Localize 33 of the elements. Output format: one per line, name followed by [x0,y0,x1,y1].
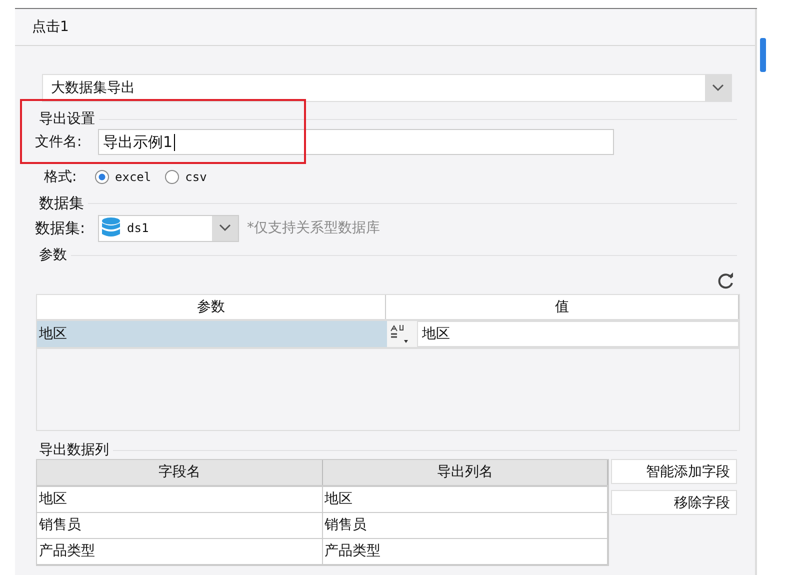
file-name-label: 文件名: [35,133,83,151]
table-cell: 销售员 [322,513,608,538]
column-header: 导出列名 [322,460,608,485]
column-header: 值 [386,295,739,319]
parameter-name-cell[interactable]: 地区 [37,321,387,347]
format-radio[interactable]: excel [95,170,152,184]
column-header: 参数 [37,295,386,319]
file-name-field[interactable]: 导出示例1 [98,129,614,155]
section-heading: 参数 [38,246,68,264]
format-label: 格式: [43,168,78,186]
export-type-dropdown[interactable]: 大数据集导出 [42,74,732,102]
dataset-note: *仅支持关系型数据库 [247,219,380,237]
refresh-icon[interactable] [717,272,735,290]
column-header: 字段名 [37,460,322,485]
scrollbar-thumb[interactable] [760,38,766,72]
parameter-value-field[interactable]: 地区 [417,321,739,347]
format-radio[interactable]: csv [165,170,207,184]
dataset-dropdown[interactable]: ds1 [98,214,239,242]
table-cell: 产品类型 [322,539,608,564]
chevron-down-icon [705,75,731,101]
table-cell: 地区 [322,487,608,512]
chevron-down-icon [212,216,238,240]
action-button[interactable]: 移除字段 [611,490,737,515]
dataset-label: 数据集: [35,218,86,238]
panel-title: 点击1 [32,18,69,36]
table-cell: 产品类型 [37,539,322,564]
database-icon [101,217,121,239]
table-cell: 销售员 [37,513,322,538]
table-cell: 地区 [37,487,322,512]
action-button[interactable]: 智能添加字段 [611,459,737,484]
section-heading: 数据集 [38,194,85,212]
section-heading: 导出数据列 [38,441,110,459]
section-heading: 导出设置 [38,110,96,128]
